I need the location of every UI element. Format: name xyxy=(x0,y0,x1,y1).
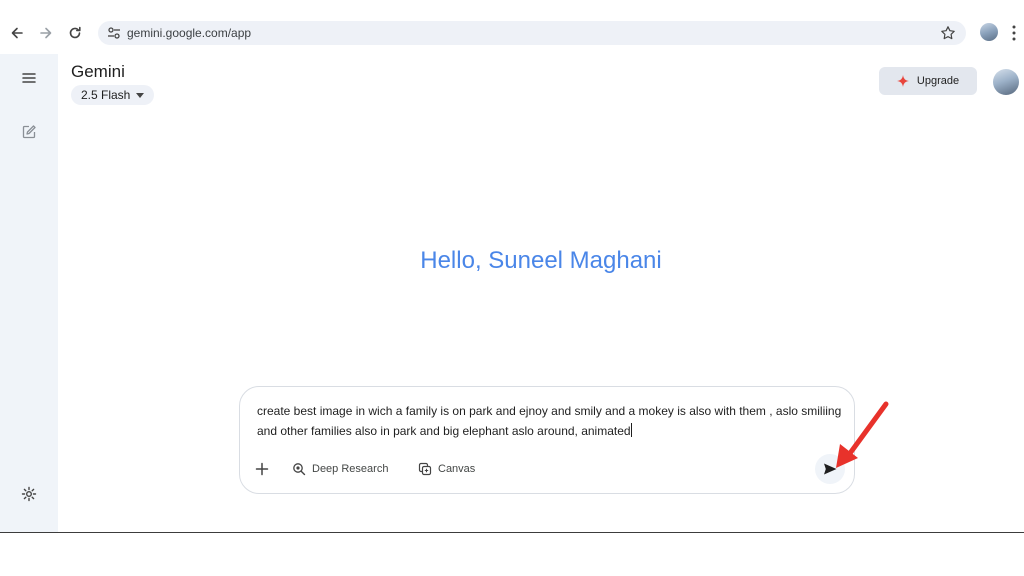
canvas-icon xyxy=(418,462,432,476)
caret-down-icon xyxy=(136,92,145,98)
text-cursor xyxy=(630,423,632,437)
settings-gear-icon[interactable] xyxy=(19,484,39,504)
hamburger-menu-icon[interactable] xyxy=(19,68,39,88)
annotation-arrow-icon xyxy=(836,401,889,468)
model-selector[interactable]: 2.5 Flash xyxy=(71,85,155,105)
canvas-label: Canvas xyxy=(438,463,476,475)
side-rail xyxy=(0,54,58,532)
deep-research-button[interactable]: Deep Research xyxy=(292,460,388,478)
kebab-menu-icon[interactable] xyxy=(1010,24,1018,42)
greeting-text: Hello, Suneel Maghani xyxy=(420,247,662,274)
browser-profile-avatar[interactable] xyxy=(980,23,998,41)
spark-icon xyxy=(896,75,909,87)
canvas-button[interactable]: Canvas xyxy=(418,460,475,478)
new-chat-icon[interactable] xyxy=(19,122,39,142)
site-settings-icon[interactable] xyxy=(106,25,122,41)
url-text[interactable]: gemini.google.com/app xyxy=(127,26,251,40)
browser-toolbar: gemini.google.com/app xyxy=(0,0,1024,54)
app-title: Gemini xyxy=(71,62,125,81)
prompt-input[interactable]: create best image in wich a family is on… xyxy=(257,401,847,441)
prompt-composer: create best image in wich a family is on… xyxy=(239,386,855,494)
upgrade-label: Upgrade xyxy=(916,75,960,87)
model-name: 2.5 Flash xyxy=(81,88,131,102)
back-icon[interactable] xyxy=(6,22,28,44)
address-bar[interactable]: gemini.google.com/app xyxy=(98,21,966,45)
upgrade-button[interactable]: Upgrade xyxy=(879,67,977,95)
deep-research-label: Deep Research xyxy=(312,463,389,475)
forward-icon[interactable] xyxy=(35,22,57,44)
reload-icon[interactable] xyxy=(64,22,86,44)
add-plus-icon[interactable] xyxy=(255,462,269,476)
bottom-divider xyxy=(0,532,1024,533)
star-icon[interactable] xyxy=(940,25,956,41)
deep-research-icon xyxy=(293,463,306,476)
profile-avatar[interactable] xyxy=(993,69,1019,95)
